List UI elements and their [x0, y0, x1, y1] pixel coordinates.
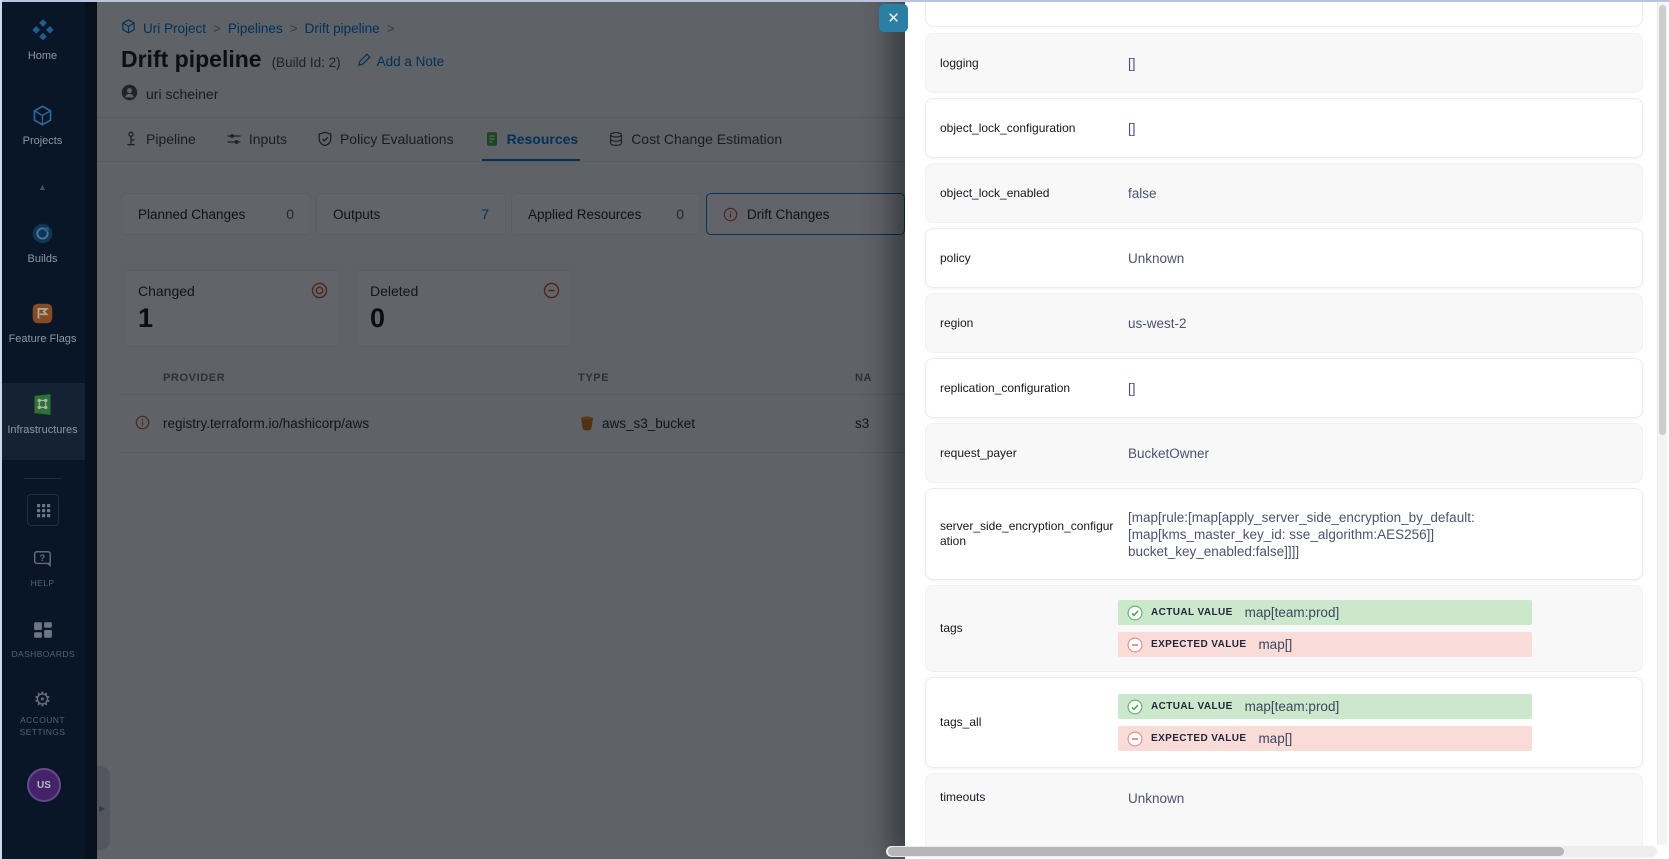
horizontal-scrollbar[interactable] [886, 846, 1657, 857]
attribute-key: tags_all [940, 715, 1120, 730]
attribute-value: [] [1128, 55, 1136, 72]
attribute-value: [] [1128, 380, 1136, 397]
drawer-row-server_side_encryption_configuration: server_side_encryption_configuration [map… [925, 488, 1643, 580]
drawer-row-region: region us-west-2 [925, 293, 1643, 353]
attribute-value: BucketOwner [1128, 445, 1209, 462]
attribute-key: replication_configuration [940, 381, 1120, 396]
attribute-key: tags [940, 621, 1120, 636]
drawer-row-tags: tags ACTUAL VALUE map[team:prod] EXPECTE… [925, 585, 1643, 672]
attribute-key: region [940, 316, 1120, 331]
drawer-row-request_payer: request_payer BucketOwner [925, 423, 1643, 483]
close-drawer-button[interactable]: ✕ [879, 4, 908, 32]
attribute-value: Unknown [1128, 790, 1184, 807]
drawer-row-tags_all: tags_all ACTUAL VALUE map[team:prod] EXP… [925, 677, 1643, 768]
window-left-edge [0, 0, 2, 859]
attribute-value: [] [1128, 120, 1136, 137]
drift-details-drawer: logging [] object_lock_configuration [] ob… [905, 0, 1669, 859]
drawer-row-replication_configuration: replication_configuration [] [925, 358, 1643, 418]
attribute-value: false [1128, 185, 1157, 202]
drawer-row-object_lock_configuration: object_lock_configuration [] [925, 98, 1643, 158]
actual-value-badge: ACTUAL VALUE map[team:prod] [1118, 694, 1532, 719]
minus-circle-red-icon [1127, 637, 1143, 653]
attribute-key: logging [940, 56, 1120, 71]
window-top-edge [0, 0, 1669, 2]
check-circle-icon [1127, 699, 1143, 715]
check-circle-icon [1127, 605, 1143, 621]
drawer-row-policy: policy Unknown [925, 228, 1643, 288]
drawer-rows: logging [] object_lock_configuration [] ob… [925, 33, 1643, 859]
modal-overlay[interactable] [97, 0, 905, 859]
vertical-scrollbar[interactable] [1657, 3, 1667, 845]
attribute-value: Unknown [1128, 250, 1184, 267]
drawer-row-partial [925, 0, 1643, 27]
actual-value-badge: ACTUAL VALUE map[team:prod] [1118, 600, 1532, 625]
drawer-row-object_lock_enabled: object_lock_enabled false [925, 163, 1643, 223]
attribute-value: us-west-2 [1128, 315, 1187, 332]
drawer-row-logging: logging [] [925, 33, 1643, 93]
minus-circle-red-icon [1127, 731, 1143, 747]
expected-value-badge: EXPECTED VALUE map[] [1118, 632, 1532, 657]
attribute-key: policy [940, 251, 1120, 266]
vertical-scrollbar-thumb[interactable] [1659, 5, 1666, 435]
attribute-value: [map[rule:[map[apply_server_side_encrypt… [1128, 509, 1513, 560]
horizontal-scrollbar-thumb[interactable] [888, 847, 1564, 856]
expected-value-badge: EXPECTED VALUE map[] [1118, 726, 1532, 751]
attribute-key: request_payer [940, 446, 1120, 461]
attribute-key: timeouts [940, 790, 1120, 805]
attribute-key: server_side_encryption_configuration [940, 519, 1120, 549]
modal-overlay [0, 0, 97, 859]
attribute-key: object_lock_configuration [940, 121, 1120, 136]
attribute-key: object_lock_enabled [940, 186, 1120, 201]
